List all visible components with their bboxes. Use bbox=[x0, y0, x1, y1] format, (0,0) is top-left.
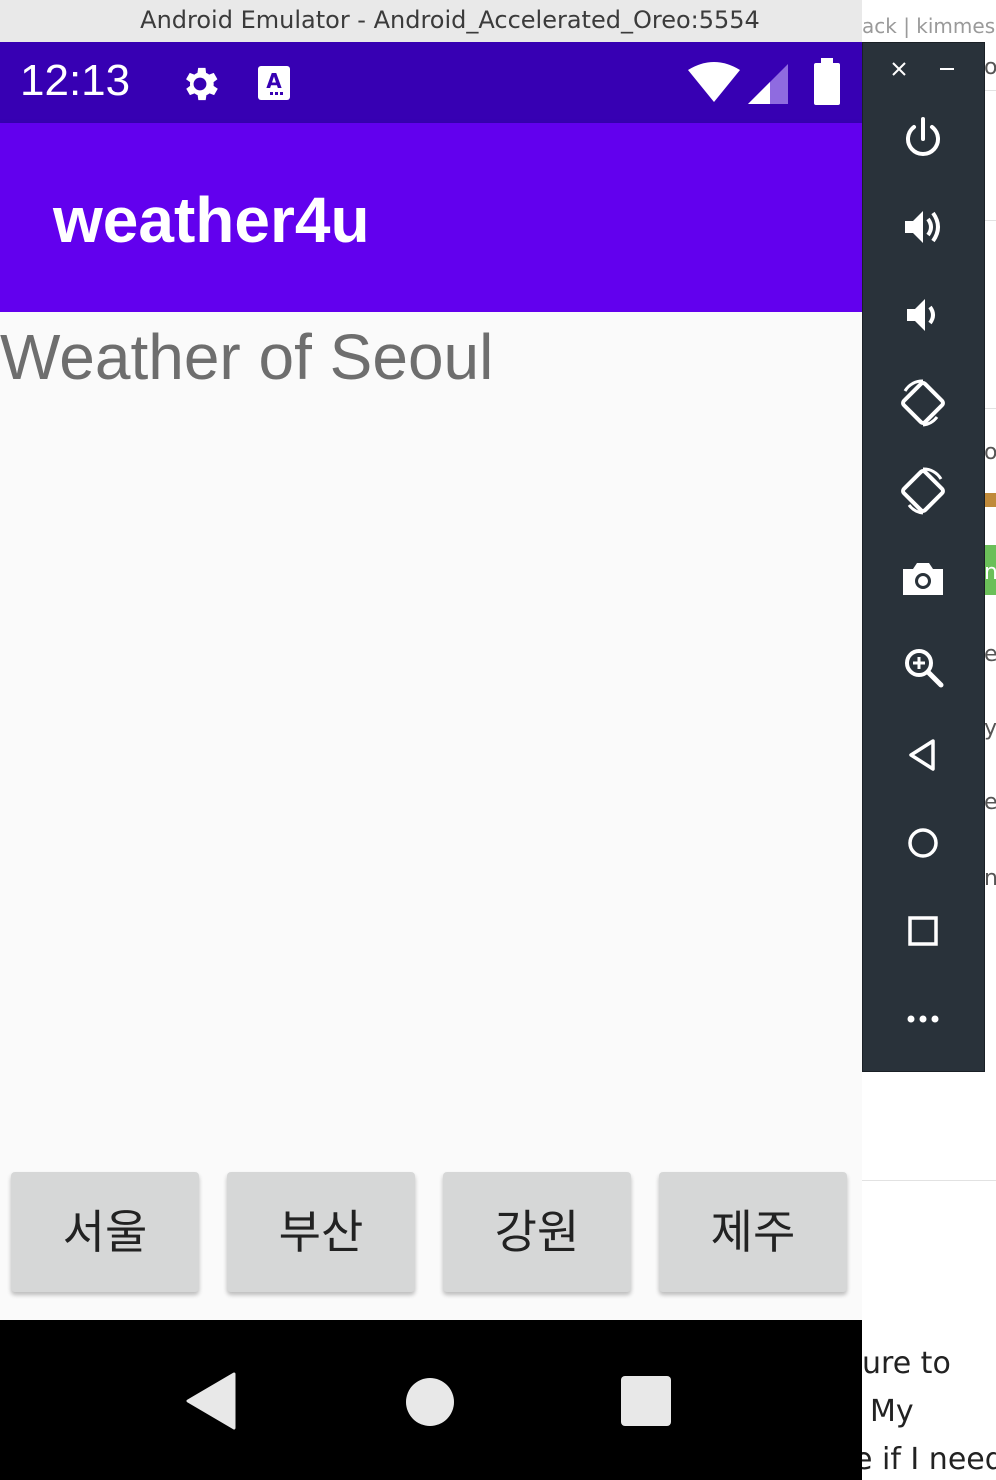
divider bbox=[862, 1180, 996, 1181]
window-title: Android Emulator - Android_Accelerated_O… bbox=[140, 6, 760, 34]
city-button-label: 제주 bbox=[710, 1205, 796, 1259]
rotate-left-icon[interactable] bbox=[897, 377, 949, 429]
background-fragment: n bbox=[984, 560, 996, 585]
keyboard-a-icon: A bbox=[258, 66, 290, 100]
city-button-seoul[interactable]: 서울 bbox=[11, 1172, 199, 1292]
city-button-busan[interactable]: 부산 bbox=[227, 1172, 415, 1292]
minimize-icon[interactable] bbox=[939, 61, 955, 77]
status-bar: 12:13 A bbox=[0, 42, 862, 123]
zoom-icon[interactable] bbox=[897, 641, 949, 693]
city-button-label: 강원 bbox=[494, 1205, 580, 1259]
camera-icon[interactable] bbox=[897, 553, 949, 605]
status-clock: 12:13 bbox=[20, 56, 131, 105]
background-text-line: e if I need, bbox=[862, 1442, 996, 1477]
weather-heading: Weather of Seoul bbox=[0, 321, 494, 393]
navigation-bar bbox=[0, 1320, 862, 1480]
background-text-line: ure to bbox=[862, 1346, 951, 1381]
background-fragment: or bbox=[984, 440, 996, 465]
background-fragment: n bbox=[984, 866, 996, 891]
city-button-jeju[interactable]: 제주 bbox=[659, 1172, 847, 1292]
wifi-icon bbox=[688, 62, 740, 102]
emulator-toolbar bbox=[862, 42, 985, 1072]
more-icon[interactable] bbox=[897, 993, 949, 1045]
background-text-line: My bbox=[870, 1394, 914, 1429]
back-icon[interactable] bbox=[897, 729, 949, 781]
city-button-label: 부산 bbox=[278, 1205, 364, 1259]
nav-recents-button[interactable] bbox=[620, 1375, 672, 1427]
background-fragment: o bbox=[984, 55, 996, 80]
home-icon[interactable] bbox=[897, 817, 949, 869]
close-icon[interactable] bbox=[891, 61, 907, 77]
app-title: weather4u bbox=[53, 184, 370, 256]
svg-text:A: A bbox=[266, 69, 282, 93]
background-fragment: ys bbox=[984, 716, 996, 741]
power-icon[interactable] bbox=[897, 113, 949, 165]
battery-icon bbox=[814, 58, 840, 105]
city-button-gangwon[interactable]: 강원 bbox=[443, 1172, 631, 1292]
signal-icon bbox=[748, 64, 788, 104]
city-button-label: 서울 bbox=[62, 1205, 148, 1259]
rotate-right-icon[interactable] bbox=[897, 465, 949, 517]
app-bar: weather4u bbox=[0, 123, 862, 312]
overview-icon[interactable] bbox=[897, 905, 949, 957]
nav-home-button[interactable] bbox=[405, 1377, 455, 1427]
emulator-title-bar[interactable]: Android Emulator - Android_Accelerated_O… bbox=[0, 0, 862, 43]
app-content: Weather of Seoul 서울 부산 강원 제주 bbox=[0, 312, 862, 1320]
settings-icon bbox=[186, 67, 218, 101]
background-fragment: e bbox=[984, 642, 996, 667]
background-color-tag bbox=[984, 493, 996, 507]
volume-down-icon[interactable] bbox=[897, 289, 949, 341]
emulator-window: Android Emulator - Android_Accelerated_O… bbox=[0, 0, 862, 1480]
nav-back-button[interactable] bbox=[186, 1372, 236, 1430]
volume-up-icon[interactable] bbox=[897, 201, 949, 253]
background-fragment: es bbox=[984, 790, 996, 815]
